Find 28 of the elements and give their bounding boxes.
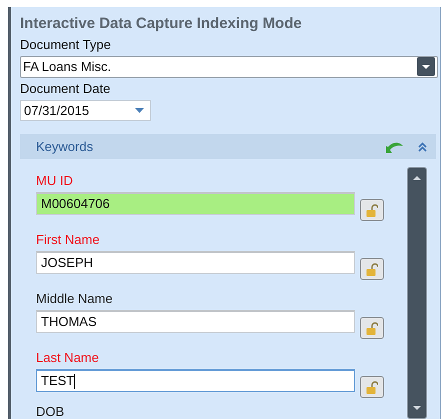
collapse-icon[interactable] <box>418 142 427 152</box>
lock-button[interactable] <box>360 258 384 280</box>
open-padlock-icon <box>366 380 378 394</box>
open-padlock-icon <box>366 262 378 276</box>
date-picker[interactable]: 07/31/2015 <box>20 100 151 122</box>
open-padlock-icon <box>366 322 378 334</box>
panel-title: Interactive Data Capture Indexing Mode <box>20 14 303 34</box>
field-label: MU ID <box>36 173 73 189</box>
text-field[interactable]: JOSEPH <box>36 251 355 274</box>
text-field[interactable]: M00604706 <box>36 192 355 215</box>
text-cursor <box>74 374 76 388</box>
field-label: First Name <box>36 232 100 248</box>
undo-arrow-icon[interactable] <box>385 140 404 154</box>
field-label: DOB <box>36 405 64 419</box>
lock-button[interactable] <box>360 317 384 339</box>
keywords-header[interactable]: Keywords <box>20 134 436 159</box>
field-label: Middle Name <box>36 291 113 307</box>
lock-button[interactable] <box>360 376 384 398</box>
field-label: Document Date <box>20 80 110 97</box>
scrollbar[interactable] <box>407 167 427 419</box>
open-padlock-icon <box>366 204 378 216</box>
text-field[interactable]: TEST <box>36 369 355 392</box>
document-type-dropdown[interactable]: FA Loans Misc. <box>20 56 438 78</box>
lock-button[interactable] <box>360 199 384 221</box>
caret-icon <box>135 108 144 113</box>
field-label: Last Name <box>36 350 99 366</box>
field-label: Document Type <box>20 37 111 53</box>
text-field[interactable]: THOMAS <box>36 310 355 333</box>
